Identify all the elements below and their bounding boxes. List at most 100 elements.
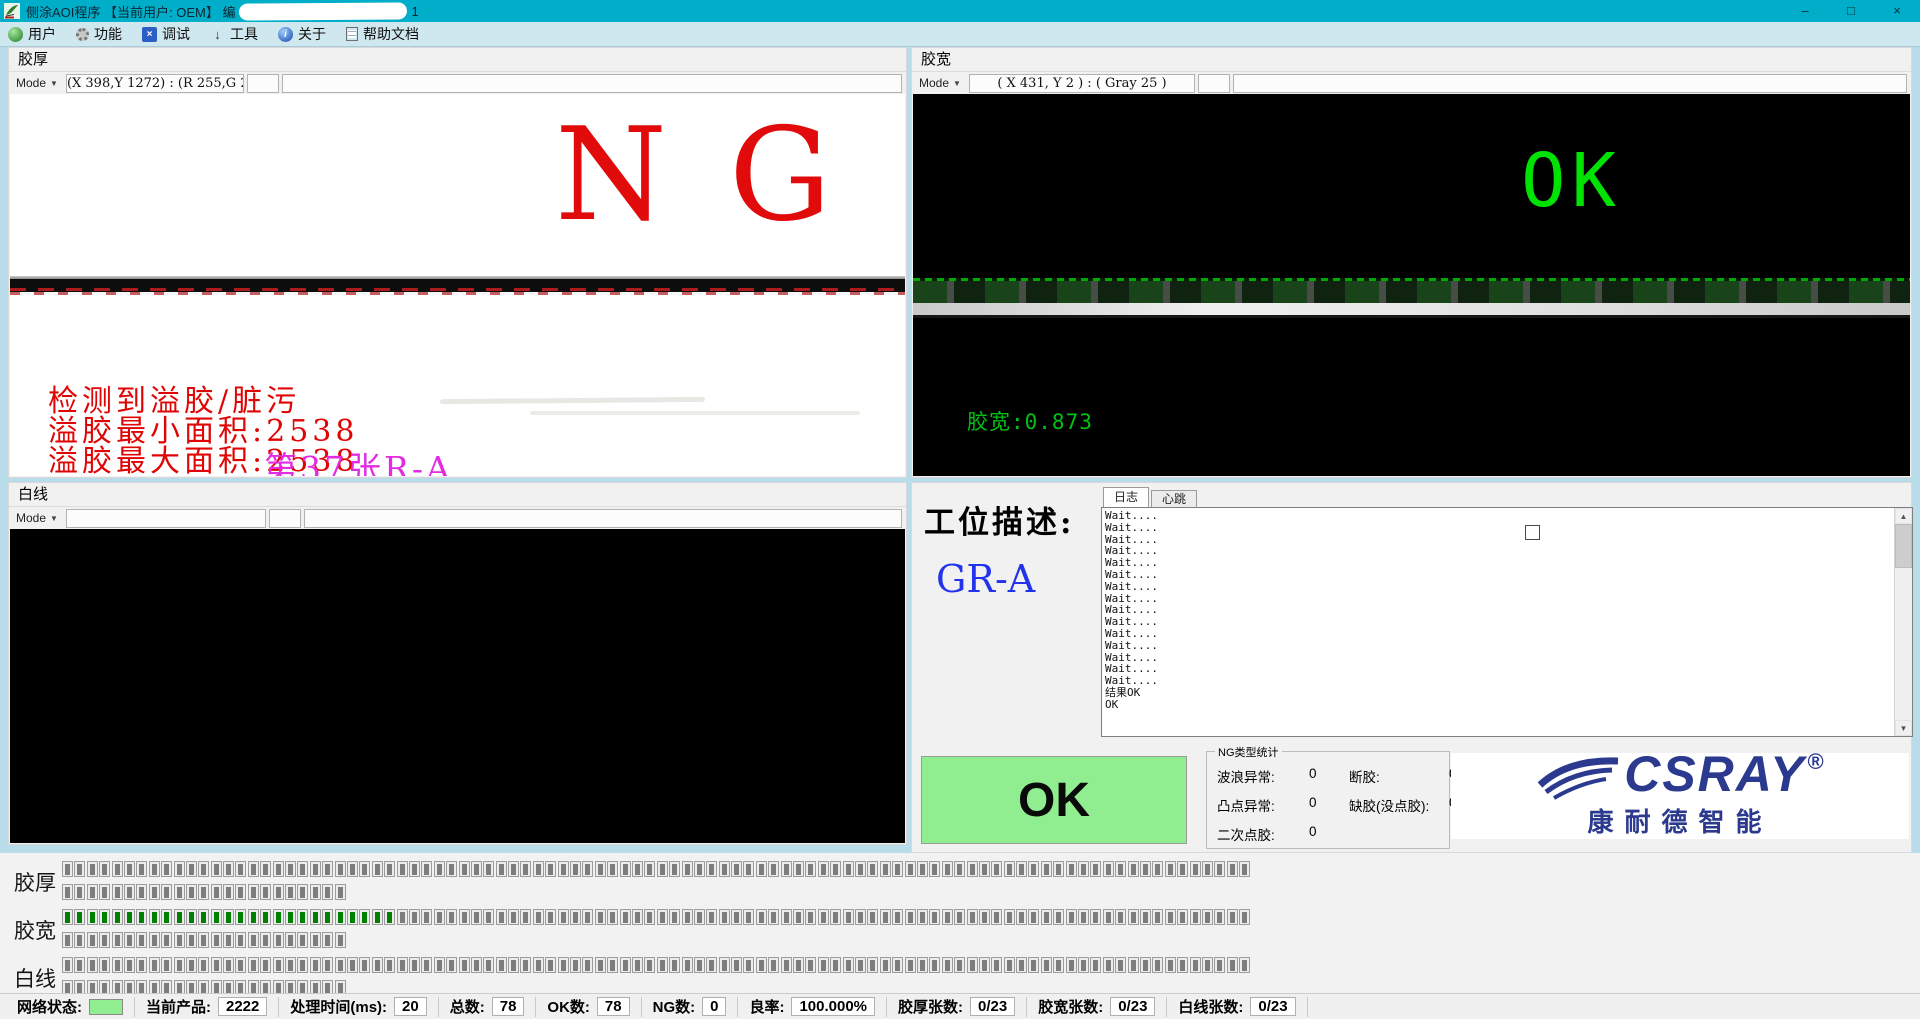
indicator-square xyxy=(124,957,135,973)
ng-stat-empty xyxy=(1349,824,1449,844)
white-line-image-view[interactable] xyxy=(10,529,905,843)
indicator-square xyxy=(297,957,308,973)
log-line: Wait.... xyxy=(1105,663,1892,675)
indicator-square xyxy=(409,861,420,877)
log-checkbox[interactable] xyxy=(1525,525,1540,540)
indicator-square xyxy=(917,861,928,877)
indicator-square xyxy=(1115,861,1126,877)
indicator-square xyxy=(198,957,209,973)
log-line: Wait.... xyxy=(1105,593,1892,605)
menu-item-help-doc[interactable]: 帮助文档 xyxy=(346,24,419,44)
indicator-square xyxy=(768,909,779,925)
indicator-square xyxy=(1078,909,1089,925)
indicator-square xyxy=(1016,909,1027,925)
indicator-square xyxy=(149,932,160,948)
mode-dropdown[interactable]: Mode ▼ xyxy=(914,76,966,90)
result-ng-text: NG xyxy=(555,112,893,240)
indicator-square xyxy=(855,909,866,925)
indicator-square-green xyxy=(372,909,383,925)
indicator-square xyxy=(285,957,296,973)
redaction-scribble xyxy=(239,2,407,20)
indicator-square xyxy=(186,861,197,877)
indicator-square xyxy=(136,957,147,973)
indicator-square xyxy=(632,957,643,973)
status-bar: 网络状态:当前产品:2222处理时间(ms):20总数:78OK数:78NG数:… xyxy=(0,993,1920,1019)
ng-stat-label: 断胶: xyxy=(1349,766,1449,786)
menu-item-label: 功能 xyxy=(94,24,122,44)
indicator-square xyxy=(87,932,98,948)
indicator-square xyxy=(1041,909,1052,925)
status-item-value: 20 xyxy=(394,997,427,1016)
indicator-square xyxy=(434,861,445,877)
thickness-image-view[interactable]: NG 检测到溢胶/脏污溢胶最小面积:2538溢胶最大面积:2538 第37张R-… xyxy=(10,94,905,476)
scribble-stroke xyxy=(530,411,860,415)
menu-item-about[interactable]: i关于 xyxy=(278,24,326,44)
indicator-square xyxy=(905,861,916,877)
scroll-up-icon[interactable]: ▲ xyxy=(1895,508,1912,524)
mode-dropdown[interactable]: Mode ▼ xyxy=(11,76,63,90)
indicator-square xyxy=(297,884,308,900)
close-button[interactable]: × xyxy=(1874,0,1920,22)
menu-item-label: 用户 xyxy=(28,24,56,44)
indicator-square xyxy=(1190,909,1201,925)
indicator-square xyxy=(273,957,284,973)
indicator-square xyxy=(657,909,668,925)
menu-item-tools[interactable]: ↓工具 xyxy=(210,24,258,44)
indicator-square xyxy=(1066,861,1077,877)
scrollbar-thumb[interactable] xyxy=(1895,524,1912,568)
indicator-square xyxy=(99,861,110,877)
log-line: Wait.... xyxy=(1105,628,1892,640)
minimize-button[interactable]: – xyxy=(1782,0,1828,22)
status-item-value: 2222 xyxy=(218,997,267,1016)
indicator-square xyxy=(149,957,160,973)
ng-stat-label: 二次点胶: xyxy=(1217,824,1309,844)
menu-item-debug[interactable]: ×调试 xyxy=(142,24,190,44)
indicator-square-green xyxy=(297,909,308,925)
station-description-label: 工位描述: xyxy=(924,497,1074,542)
indicator-square xyxy=(421,909,432,925)
indicator-square xyxy=(843,957,854,973)
indicator-square xyxy=(954,861,965,877)
mode-dropdown[interactable]: Mode ▼ xyxy=(11,511,63,525)
indicator-square xyxy=(991,861,1002,877)
indicator-square xyxy=(260,884,271,900)
log-line: Wait.... xyxy=(1105,534,1892,546)
log-tab-0[interactable]: 日志 xyxy=(1103,487,1149,507)
indicator-square xyxy=(1128,957,1139,973)
width-image-view[interactable]: OK 胶宽:0.873 xyxy=(913,94,1910,476)
log-line: Wait.... xyxy=(1105,581,1892,593)
toolbar-long-box xyxy=(304,509,902,528)
indicator-square xyxy=(756,957,767,973)
indicator-group-label: 白线 xyxy=(14,963,56,993)
menu-item-user[interactable]: 用户 xyxy=(8,24,56,44)
maximize-button[interactable]: □ xyxy=(1828,0,1874,22)
indicator-square xyxy=(223,932,234,948)
menu-item-function[interactable]: 功能 xyxy=(76,24,122,44)
scroll-down-icon[interactable]: ▼ xyxy=(1895,720,1912,736)
indicator-square xyxy=(1140,909,1151,925)
indicator-square xyxy=(781,861,792,877)
log-scrollbar[interactable]: ▲ ▼ xyxy=(1894,508,1912,736)
ng-stat-value: 0 xyxy=(1309,766,1349,786)
indicator-square xyxy=(136,932,147,948)
indicator-square xyxy=(1128,909,1139,925)
indicator-square-green xyxy=(273,909,284,925)
log-tab-1[interactable]: 心跳 xyxy=(1151,490,1197,508)
indicator-square xyxy=(731,957,742,973)
indicator-square xyxy=(372,957,383,973)
indicator-square xyxy=(211,861,222,877)
status-item: 胶宽张数:0/23 xyxy=(1027,997,1167,1017)
log-line: Wait.... xyxy=(1105,675,1892,687)
status-item-value: 0 xyxy=(702,997,726,1016)
indicator-square xyxy=(620,861,631,877)
indicator-square xyxy=(322,884,333,900)
indicator-square xyxy=(558,909,569,925)
indicator-square xyxy=(843,909,854,925)
log-list[interactable]: Wait....Wait....Wait....Wait....Wait....… xyxy=(1101,507,1913,737)
indicator-square xyxy=(87,957,98,973)
indicator-square xyxy=(669,957,680,973)
indicator-square xyxy=(285,861,296,877)
indicator-square xyxy=(359,957,370,973)
indicator-square xyxy=(496,861,507,877)
indicator-square xyxy=(1053,957,1064,973)
